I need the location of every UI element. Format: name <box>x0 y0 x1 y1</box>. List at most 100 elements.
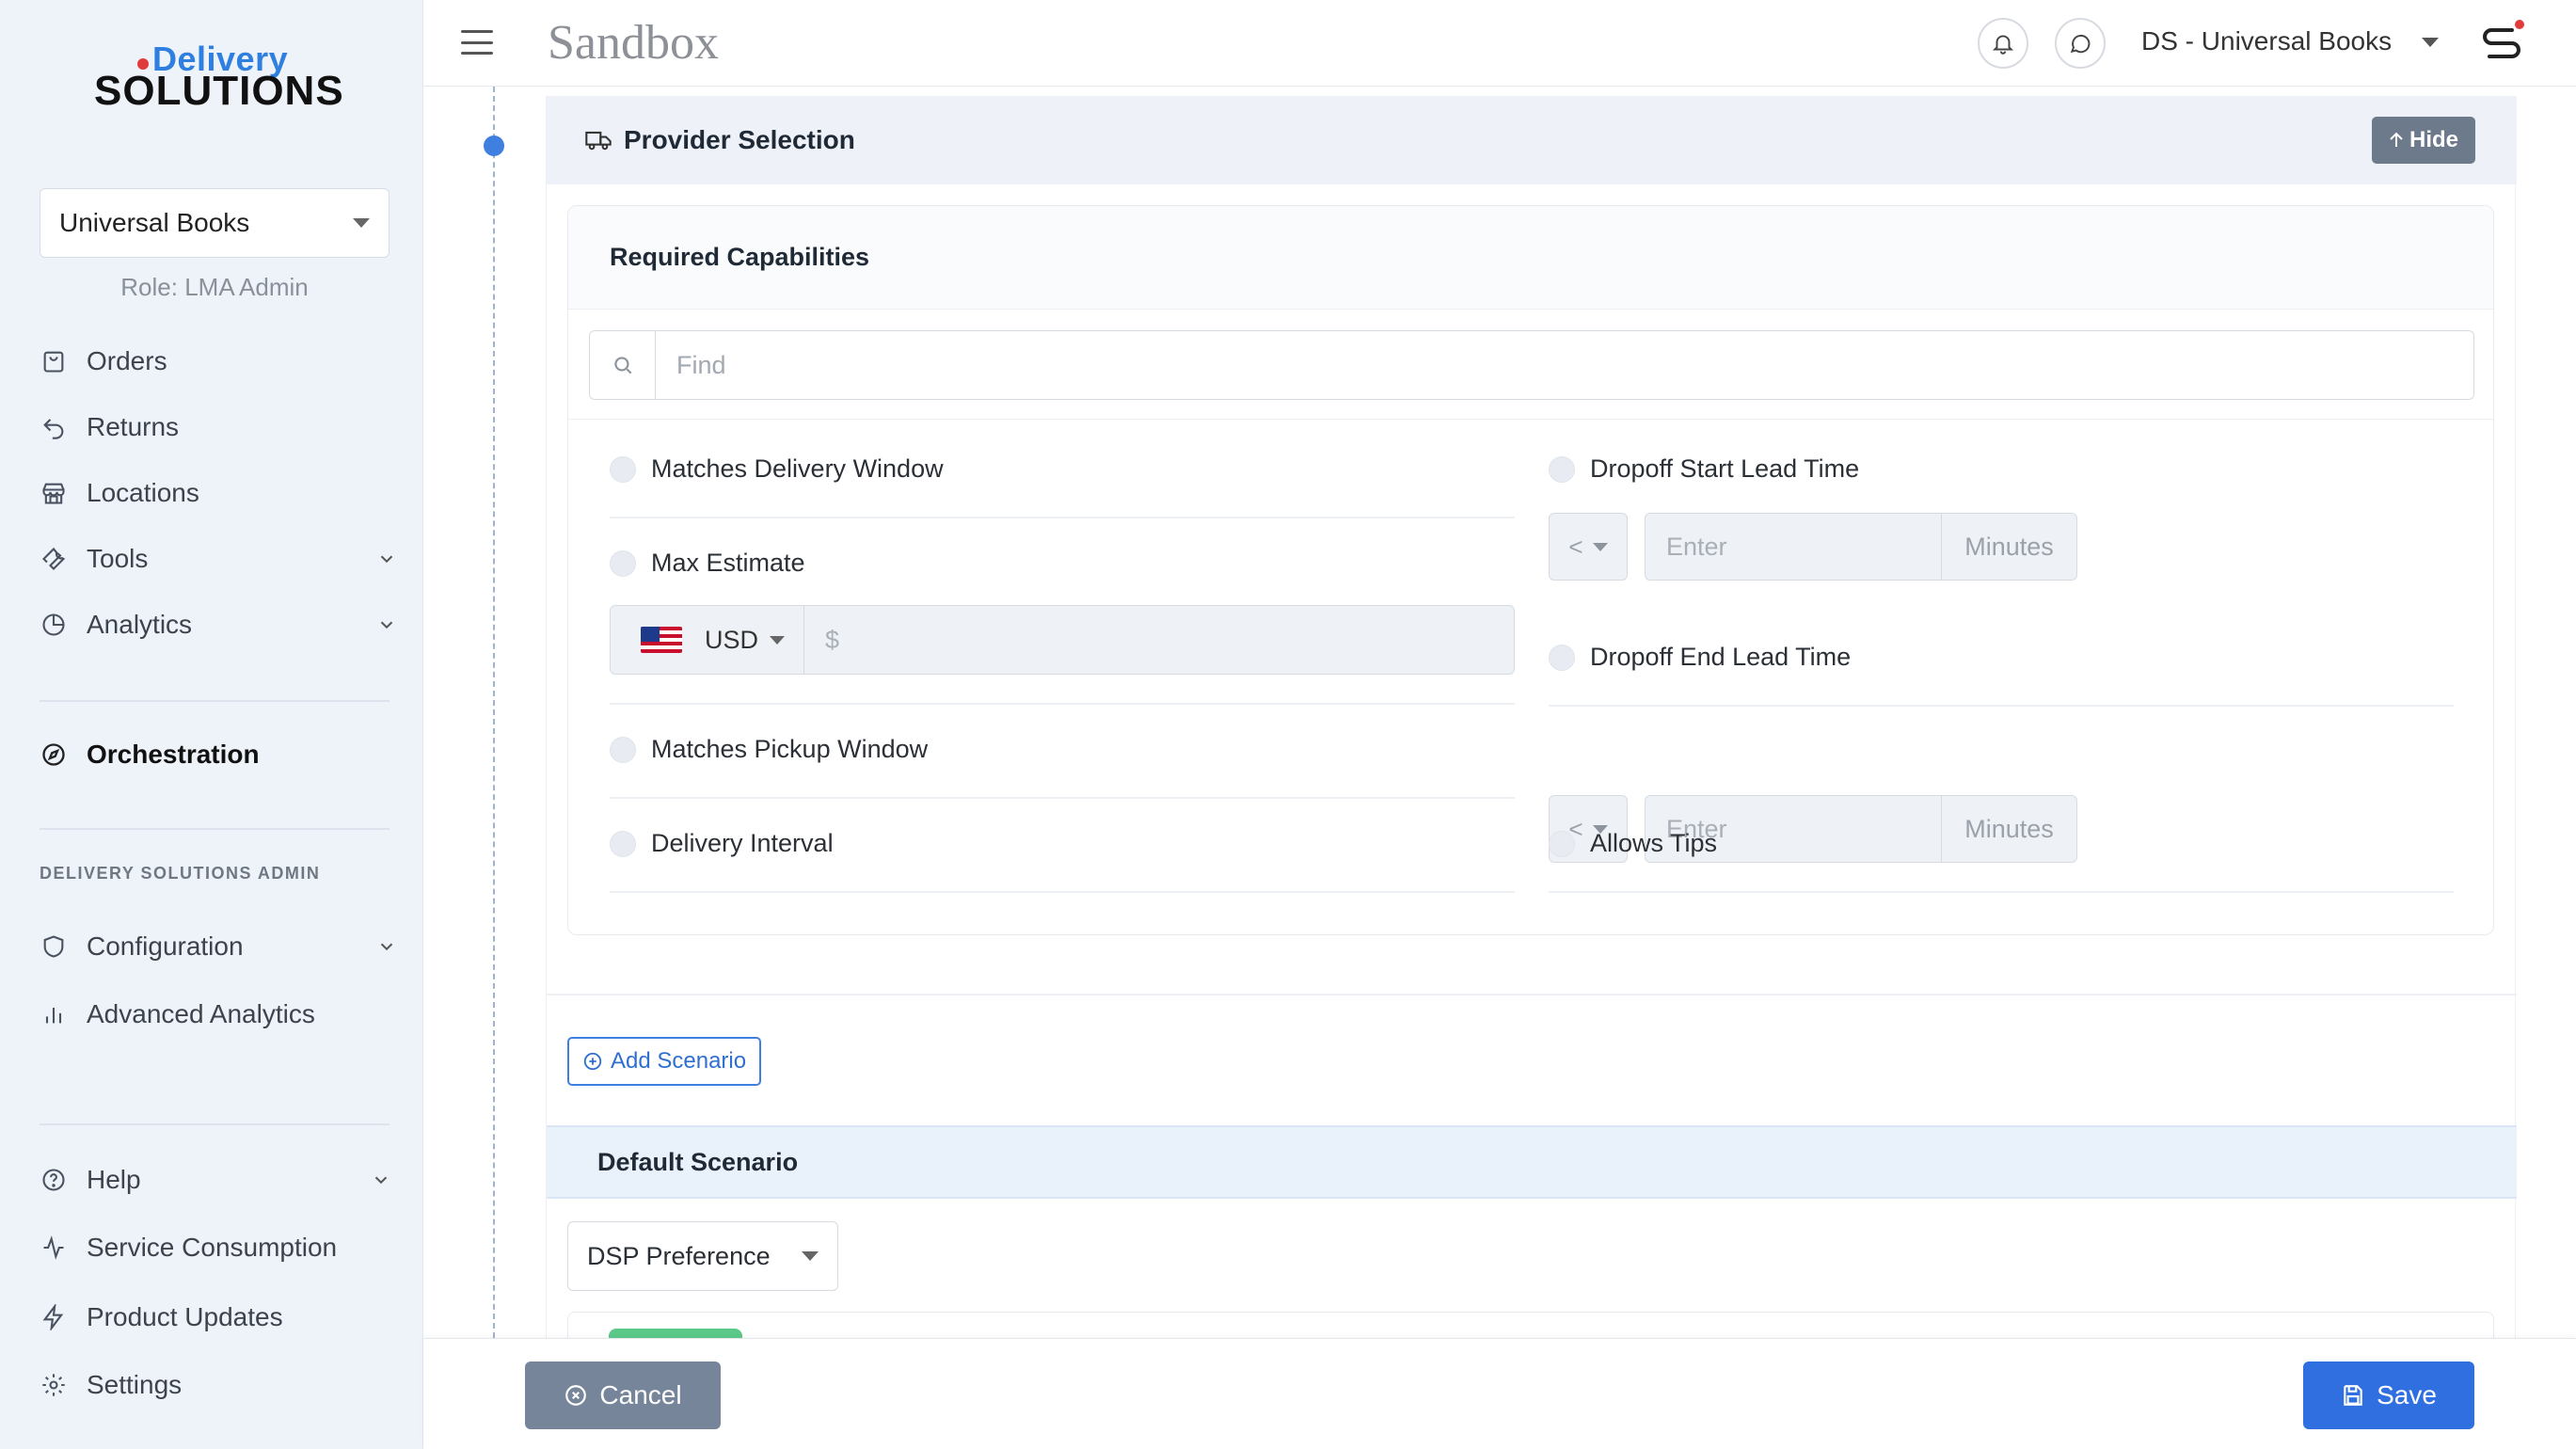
role-label: Role: LMA Admin <box>120 273 309 301</box>
divider <box>610 517 1515 518</box>
option-matches-delivery-window[interactable]: Matches Delivery Window <box>610 454 944 484</box>
sidebar-item-product-updates[interactable]: Product Updates <box>40 1291 401 1344</box>
sidebar-item-label: Tools <box>87 544 149 573</box>
minutes-input[interactable]: Enter <box>1645 513 1942 581</box>
lightning-icon <box>40 1303 68 1331</box>
checkbox[interactable] <box>610 830 636 857</box>
operator-value: < <box>1568 532 1583 561</box>
brand-logo[interactable]: Delivery SOLUTIONS <box>94 40 343 117</box>
menu-icon[interactable] <box>461 30 493 55</box>
account-select-value: Universal Books <box>59 208 250 237</box>
sidebar-item-label: Returns <box>87 412 180 441</box>
hide-button[interactable]: Hide <box>2371 117 2475 164</box>
notifications-button[interactable] <box>1978 18 2028 69</box>
timeline-line <box>493 87 495 1338</box>
sidebar-item-help[interactable]: Help <box>40 1154 401 1206</box>
checkbox[interactable] <box>610 549 636 577</box>
checkbox[interactable] <box>1549 644 1575 671</box>
store-icon <box>40 479 68 507</box>
hide-button-label: Hide <box>2409 127 2458 152</box>
default-scenario-header: Default Scenario <box>547 1125 2517 1199</box>
bar-chart-icon <box>40 1000 68 1028</box>
option-label: Matches Pickup Window <box>651 735 929 763</box>
add-scenario-label: Add Scenario <box>611 1048 747 1074</box>
caret-down-icon[interactable] <box>2422 38 2439 47</box>
caret-down-icon <box>770 635 786 645</box>
sidebar-item-label: Orchestration <box>87 740 260 769</box>
sidebar-item-advanced-analytics[interactable]: Advanced Analytics <box>40 988 401 1041</box>
option-label: Dropoff End Lead Time <box>1590 643 1852 671</box>
caret-down-icon <box>802 1251 819 1261</box>
account-select[interactable]: Universal Books <box>40 188 390 258</box>
sidebar-item-label: Locations <box>87 478 199 507</box>
amount-placeholder: $ <box>825 625 840 654</box>
pie-chart-icon <box>40 611 68 639</box>
sidebar-divider <box>40 828 390 830</box>
sidebar-item-tools[interactable]: Tools <box>40 533 401 585</box>
option-dropoff-end-lead-time[interactable]: Dropoff End Lead Time <box>1549 643 1851 672</box>
sidebar-item-label: Orders <box>87 346 167 375</box>
truck-icon <box>584 128 612 152</box>
us-flag-icon <box>641 627 682 653</box>
org-switcher[interactable]: DS - Universal Books <box>2141 26 2392 56</box>
logo-line-2: SOLUTIONS <box>94 68 344 114</box>
sidebar-item-label: Product Updates <box>87 1302 283 1331</box>
checkbox[interactable] <box>610 455 636 483</box>
sidebar-item-orchestration[interactable]: Orchestration <box>40 728 401 781</box>
add-scenario-button[interactable]: Add Scenario <box>567 1037 762 1086</box>
save-button[interactable]: Save <box>2303 1361 2474 1429</box>
sidebar-item-orders[interactable]: Orders <box>40 335 401 388</box>
divider <box>610 891 1515 893</box>
option-allows-tips[interactable]: Allows Tips <box>1549 829 1717 858</box>
provider-selection-header: Provider Selection Hide <box>547 96 2517 184</box>
floppy-disk-icon <box>2344 1385 2362 1406</box>
checkbox[interactable] <box>1549 455 1575 483</box>
sidebar-item-service-consumption[interactable]: Service Consumption <box>40 1221 401 1274</box>
admin-section-label: DELIVERY SOLUTIONS ADMIN <box>40 864 321 883</box>
option-label: Max Estimate <box>651 549 805 577</box>
chat-bubble-icon <box>2070 34 2091 54</box>
timeline-step-dot <box>484 135 504 156</box>
checkbox[interactable] <box>610 736 636 763</box>
option-matches-pickup-window[interactable]: Matches Pickup Window <box>610 735 928 764</box>
operator-select[interactable]: < <box>1549 513 1628 581</box>
checkbox[interactable] <box>1549 830 1575 857</box>
divider <box>1549 891 2454 893</box>
dropoff-start-lead-time-input[interactable]: < Enter Minutes <box>1549 513 2077 581</box>
dsp-preference-select[interactable]: DSP Preference <box>567 1221 838 1291</box>
find-input[interactable]: Find <box>589 330 2474 400</box>
option-max-estimate[interactable]: Max Estimate <box>610 549 805 578</box>
wrench-icon <box>40 545 68 573</box>
option-label: Delivery Interval <box>651 829 834 857</box>
sidebar-item-returns[interactable]: Returns <box>40 401 401 454</box>
option-dropoff-start-lead-time[interactable]: Dropoff Start Lead Time <box>1549 454 1859 484</box>
provider-selection-card: Provider Selection Hide Required Capabil… <box>546 96 2517 1349</box>
dsp-preference-value: DSP Preference <box>587 1241 771 1270</box>
chevron-down-icon <box>373 611 401 639</box>
currency-select[interactable]: USD <box>611 606 804 674</box>
help-icon <box>40 1166 68 1194</box>
provider-selection-title: Provider Selection <box>624 125 855 154</box>
sidebar-item-analytics[interactable]: Analytics <box>40 598 401 651</box>
sidebar-item-configuration[interactable]: Configuration <box>40 920 401 973</box>
chevron-down-icon <box>367 1166 395 1194</box>
arrow-up-icon <box>2390 132 2403 147</box>
search-icon <box>590 331 656 399</box>
chat-button[interactable] <box>2055 18 2106 69</box>
max-estimate-amount-input[interactable]: USD $ <box>610 605 1515 675</box>
find-placeholder: Find <box>676 350 726 379</box>
shield-icon <box>40 932 68 961</box>
divider <box>568 419 2493 420</box>
brand-mark-icon[interactable] <box>2474 17 2531 70</box>
sidebar-divider <box>40 1123 390 1125</box>
option-delivery-interval[interactable]: Delivery Interval <box>610 829 834 858</box>
sidebar-item-label: Configuration <box>87 932 244 961</box>
sidebar-item-settings[interactable]: Settings <box>40 1359 401 1411</box>
required-capabilities-title: Required Capabilities <box>568 206 2493 310</box>
cancel-button[interactable]: Cancel <box>525 1361 721 1429</box>
sidebar-item-locations[interactable]: Locations <box>40 467 401 519</box>
divider <box>610 703 1515 705</box>
gear-icon <box>40 1371 68 1399</box>
caret-down-icon <box>353 218 370 228</box>
top-bar: Sandbox DS - Universal Books <box>423 0 2576 87</box>
